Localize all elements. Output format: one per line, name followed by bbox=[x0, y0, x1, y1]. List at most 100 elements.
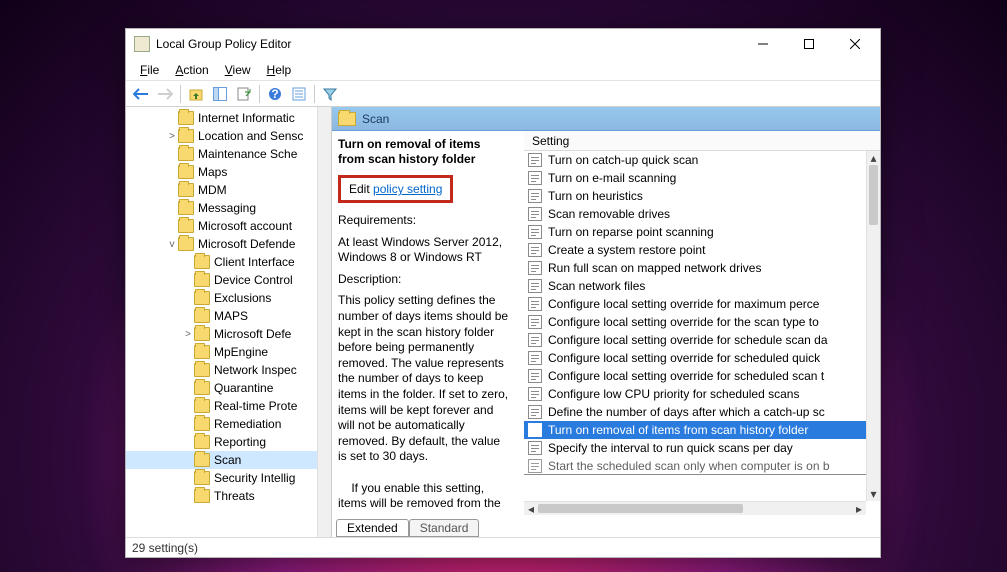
policy-icon bbox=[528, 387, 542, 401]
filter-button[interactable] bbox=[319, 83, 341, 105]
setting-item[interactable]: Start the scheduled scan only when compu… bbox=[524, 457, 866, 475]
list-column-header[interactable]: Setting bbox=[524, 131, 880, 151]
tree-item[interactable]: Network Inspec bbox=[126, 361, 331, 379]
requirements-label: Requirements: bbox=[338, 213, 509, 229]
setting-item[interactable]: Specify the interval to run quick scans … bbox=[524, 439, 866, 457]
tree-item[interactable]: vMicrosoft Defende bbox=[126, 235, 331, 253]
export-button[interactable] bbox=[233, 83, 255, 105]
tree-item[interactable]: MAPS bbox=[126, 307, 331, 325]
tree-item[interactable]: Quarantine bbox=[126, 379, 331, 397]
setting-item[interactable]: Turn on e-mail scanning bbox=[524, 169, 866, 187]
setting-item[interactable]: Create a system restore point bbox=[524, 241, 866, 259]
settings-list-pane: Setting Turn on catch-up quick scanTurn … bbox=[524, 131, 880, 515]
setting-item[interactable]: Turn on removal of items from scan histo… bbox=[524, 421, 866, 439]
tree-item[interactable]: Scan bbox=[126, 451, 331, 469]
scroll-down-icon[interactable]: ▾ bbox=[867, 487, 880, 501]
menubar: File Action View Help bbox=[126, 59, 880, 81]
maximize-button[interactable] bbox=[786, 29, 832, 59]
tree-item[interactable]: Maintenance Sche bbox=[126, 145, 331, 163]
tab-standard[interactable]: Standard bbox=[409, 519, 480, 537]
properties-button[interactable] bbox=[288, 83, 310, 105]
menu-view[interactable]: View bbox=[217, 61, 259, 79]
folder-icon bbox=[178, 165, 194, 179]
edit-policy-link[interactable]: policy setting bbox=[373, 182, 442, 196]
policy-icon bbox=[528, 441, 542, 455]
tree-item-label: Device Control bbox=[214, 273, 293, 287]
setting-item[interactable]: Configure local setting override for the… bbox=[524, 313, 866, 331]
setting-item[interactable]: Turn on reparse point scanning bbox=[524, 223, 866, 241]
list-vscrollbar[interactable]: ▴ ▾ bbox=[866, 151, 880, 501]
expand-icon[interactable]: > bbox=[166, 131, 178, 142]
tree-item[interactable]: >Location and Sensc bbox=[126, 127, 331, 145]
tree-item[interactable]: Security Intellig bbox=[126, 469, 331, 487]
menu-file[interactable]: File bbox=[132, 61, 167, 79]
forward-button[interactable] bbox=[154, 83, 176, 105]
description-text: This policy setting defines the number o… bbox=[338, 293, 509, 465]
scroll-thumb[interactable] bbox=[869, 165, 878, 225]
setting-item[interactable]: Run full scan on mapped network drives bbox=[524, 259, 866, 277]
setting-item[interactable]: Scan removable drives bbox=[524, 205, 866, 223]
tree-item[interactable]: Maps bbox=[126, 163, 331, 181]
minimize-button[interactable] bbox=[740, 29, 786, 59]
tree-item[interactable]: Client Interface bbox=[126, 253, 331, 271]
tree-item-label: Microsoft account bbox=[198, 219, 292, 233]
setting-item[interactable]: Scan network files bbox=[524, 277, 866, 295]
policy-icon bbox=[528, 459, 542, 473]
setting-item[interactable]: Configure low CPU priority for scheduled… bbox=[524, 385, 866, 403]
back-button[interactable] bbox=[130, 83, 152, 105]
tab-extended[interactable]: Extended bbox=[336, 519, 409, 537]
tree-item[interactable]: Messaging bbox=[126, 199, 331, 217]
scroll-up-icon[interactable]: ▴ bbox=[867, 151, 880, 165]
setting-item[interactable]: Configure local setting override for sch… bbox=[524, 331, 866, 349]
expand-icon[interactable]: v bbox=[166, 239, 178, 250]
policy-icon bbox=[528, 369, 542, 383]
help-button[interactable]: ? bbox=[264, 83, 286, 105]
description-pane: Turn on removal of items from scan histo… bbox=[332, 131, 520, 515]
titlebar[interactable]: Local Group Policy Editor bbox=[126, 29, 880, 59]
setting-label: Scan network files bbox=[548, 279, 645, 293]
expand-icon[interactable]: > bbox=[182, 329, 194, 340]
tree-item[interactable]: Internet Informatic bbox=[126, 109, 331, 127]
setting-item[interactable]: Configure local setting override for sch… bbox=[524, 349, 866, 367]
setting-label: Create a system restore point bbox=[548, 243, 705, 257]
tree-item[interactable]: Device Control bbox=[126, 271, 331, 289]
folder-icon bbox=[178, 183, 194, 197]
scroll-left-icon[interactable]: ◂ bbox=[524, 502, 538, 515]
menu-help[interactable]: Help bbox=[259, 61, 300, 79]
tree-scrollbar[interactable] bbox=[317, 107, 331, 537]
folder-icon bbox=[194, 345, 210, 359]
folder-icon bbox=[194, 489, 210, 503]
scroll-right-icon[interactable]: ▸ bbox=[852, 502, 866, 515]
list-hscrollbar[interactable]: ◂ ▸ bbox=[524, 501, 866, 515]
setting-item[interactable]: Configure local setting override for max… bbox=[524, 295, 866, 313]
setting-item[interactable]: Turn on heuristics bbox=[524, 187, 866, 205]
folder-icon bbox=[194, 309, 210, 323]
tree-item[interactable]: >Microsoft Defe bbox=[126, 325, 331, 343]
up-button[interactable] bbox=[185, 83, 207, 105]
menu-action[interactable]: Action bbox=[167, 61, 216, 79]
tree-item[interactable]: Remediation bbox=[126, 415, 331, 433]
description-label: Description: bbox=[338, 272, 509, 288]
policy-icon bbox=[528, 153, 542, 167]
close-button[interactable] bbox=[832, 29, 878, 59]
tree-item[interactable]: MpEngine bbox=[126, 343, 331, 361]
hscroll-thumb[interactable] bbox=[538, 504, 743, 513]
folder-icon bbox=[194, 273, 210, 287]
policy-icon bbox=[528, 297, 542, 311]
tree-item[interactable]: Reporting bbox=[126, 433, 331, 451]
setting-item[interactable]: Define the number of days after which a … bbox=[524, 403, 866, 421]
tree-item[interactable]: Microsoft account bbox=[126, 217, 331, 235]
tree-item[interactable]: Real-time Prote bbox=[126, 397, 331, 415]
setting-item[interactable]: Turn on catch-up quick scan bbox=[524, 151, 866, 169]
show-hide-tree-button[interactable] bbox=[209, 83, 231, 105]
tree-item[interactable]: Threats bbox=[126, 487, 331, 505]
tree-item-label: Maintenance Sche bbox=[198, 147, 297, 161]
policy-icon bbox=[528, 423, 542, 437]
setting-label: Configure local setting override for sch… bbox=[548, 369, 824, 383]
tree-pane[interactable]: Internet Informatic>Location and Sensc Ma… bbox=[126, 107, 332, 537]
tree-item[interactable]: MDM bbox=[126, 181, 331, 199]
setting-label: Scan removable drives bbox=[548, 207, 670, 221]
tree-item-label: Reporting bbox=[214, 435, 266, 449]
setting-item[interactable]: Configure local setting override for sch… bbox=[524, 367, 866, 385]
tree-item[interactable]: Exclusions bbox=[126, 289, 331, 307]
